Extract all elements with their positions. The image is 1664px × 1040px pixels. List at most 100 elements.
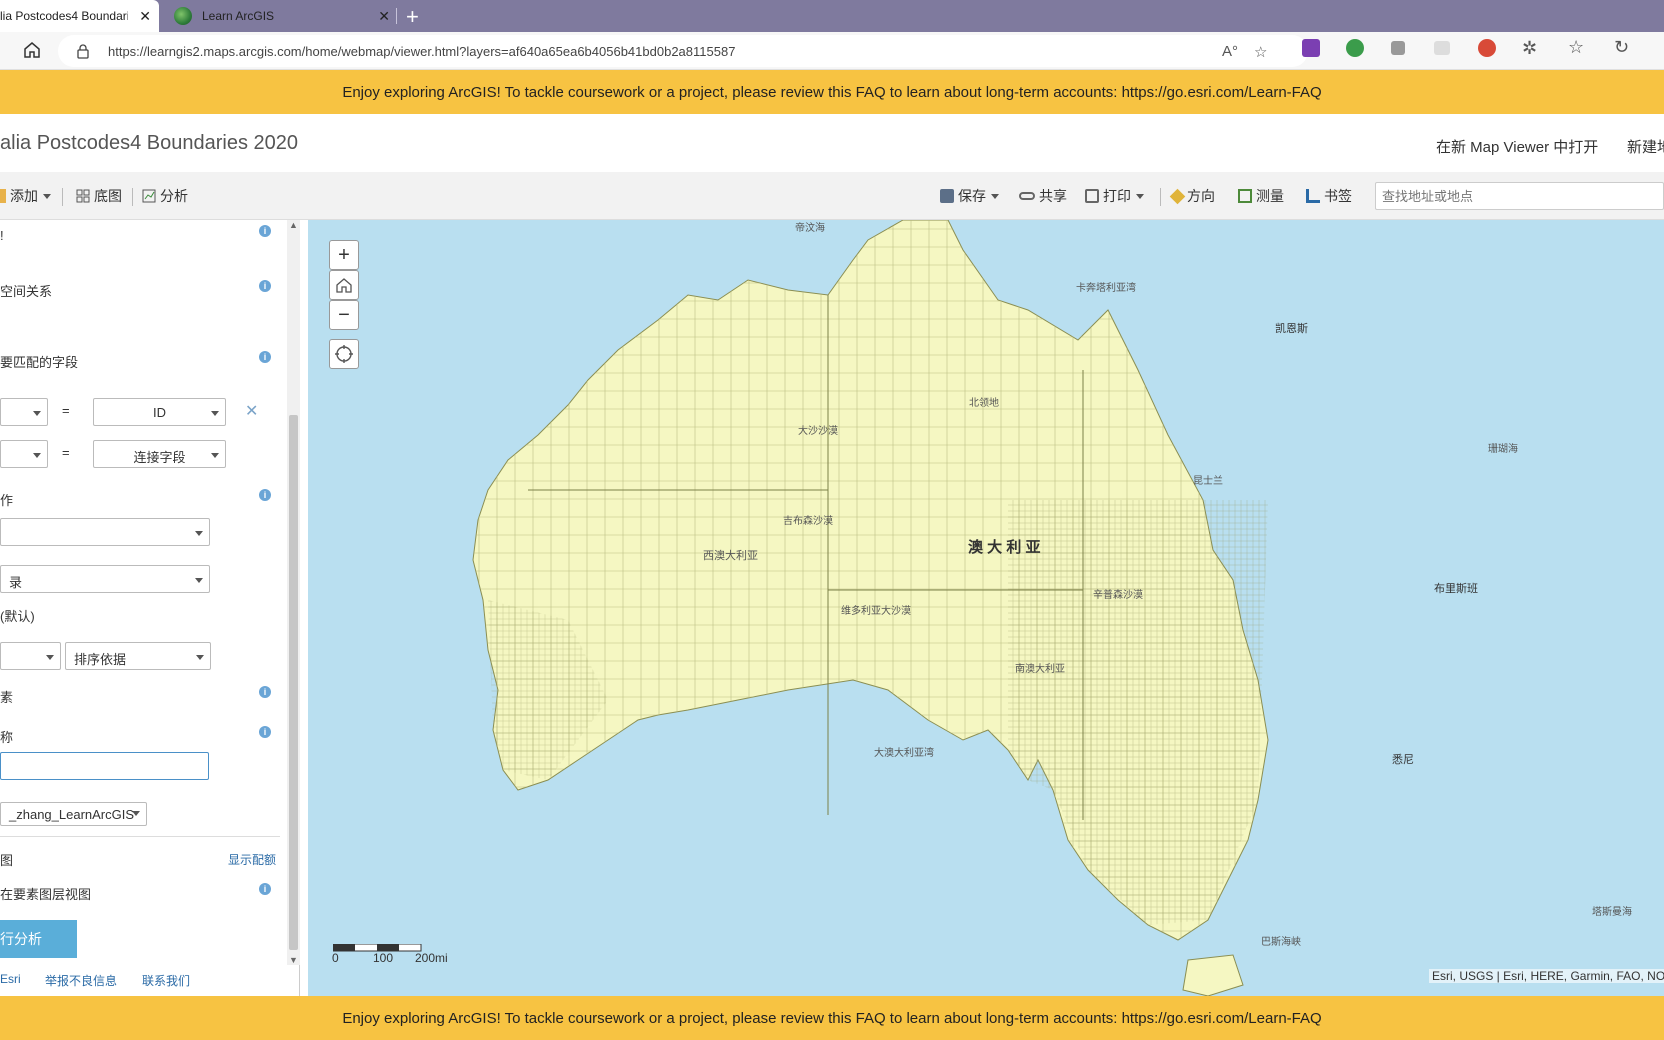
directions-label: 方向: [1187, 188, 1215, 204]
info-icon[interactable]: i: [259, 351, 271, 363]
print-button[interactable]: 打印: [1085, 186, 1144, 206]
scale-label-0: 0: [332, 951, 339, 965]
record-select-value: 录: [9, 575, 23, 590]
map-label-south-australia: 南澳大利亚: [1015, 664, 1065, 675]
remove-field-icon[interactable]: ✕: [245, 401, 258, 421]
new-tab-icon[interactable]: +: [406, 4, 419, 30]
new-map-link[interactable]: 新建地: [1627, 136, 1664, 157]
result-name-label: 称: [0, 730, 14, 745]
tab-divider: [396, 8, 397, 24]
scroll-down-icon[interactable]: ▼: [289, 955, 298, 965]
toolbar-divider: [62, 188, 63, 206]
read-aloud-icon[interactable]: A°: [1222, 43, 1238, 60]
scroll-up-icon[interactable]: ▲: [289, 220, 298, 230]
basemap-button[interactable]: 底图: [76, 186, 122, 206]
sort-order-select[interactable]: [0, 642, 61, 670]
home-extent-button[interactable]: [329, 270, 359, 300]
extension-shield-icon[interactable]: [1346, 39, 1364, 57]
scale-label-200mi: 200mi: [415, 951, 448, 965]
target-field-select[interactable]: [0, 398, 48, 426]
locate-button[interactable]: [329, 339, 359, 369]
join-operation-select[interactable]: [0, 518, 210, 546]
map-label-northern-territory: 北领地: [969, 398, 999, 409]
open-in-new-map-viewer-link[interactable]: 在新 Map Viewer 中打开: [1436, 136, 1598, 157]
map-canvas[interactable]: [308, 220, 1664, 996]
map-view[interactable]: 帝汶海 卡奔塔利亚湾 凯恩斯 北领地 大沙沙漠 珊瑚海 昆士兰 吉布森沙漠 西澳…: [308, 220, 1664, 996]
info-icon[interactable]: i: [259, 726, 271, 738]
chevron-down-icon: [132, 811, 140, 816]
info-icon[interactable]: i: [259, 489, 271, 501]
extension-red-icon[interactable]: [1478, 39, 1496, 57]
home-icon: [336, 278, 352, 293]
map-label-sydney: 悉尼: [1392, 754, 1414, 766]
analysis-button[interactable]: 分析: [142, 186, 188, 206]
onenote-icon[interactable]: [1302, 39, 1320, 57]
sort-by-select[interactable]: 排序依据: [65, 642, 211, 670]
measure-button[interactable]: 测量: [1238, 186, 1284, 206]
info-icon[interactable]: i: [259, 883, 271, 895]
contact-us-link[interactable]: 联系我们: [142, 972, 190, 989]
map-label-gulf-of-carpentaria: 卡奔塔利亚湾: [1076, 283, 1136, 294]
default-label: (默认): [0, 609, 35, 624]
faq-banner-top: Enjoy exploring ArcGIS! To tackle course…: [0, 70, 1664, 114]
join-field-value: ID: [153, 405, 166, 420]
report-abuse-link[interactable]: 举报不良信息: [45, 972, 117, 989]
history-icon[interactable]: ↻: [1614, 37, 1629, 58]
join-field-placeholder: 连接字段: [133, 450, 186, 465]
record-select[interactable]: 录: [0, 565, 210, 593]
add-label: 添加: [10, 188, 38, 204]
run-analysis-label: 行分析: [0, 931, 42, 947]
map-toolbar: 添加 底图 分析 保存 共享 打印 方向 测量 书签: [0, 172, 1664, 220]
close-tab-icon[interactable]: ✕: [378, 8, 390, 25]
folder-select[interactable]: _zhang_LearnArcGIS: [0, 802, 147, 826]
add-button[interactable]: 添加: [0, 186, 51, 206]
chevron-down-icon: [195, 578, 203, 583]
join-field-select-2[interactable]: 连接字段: [93, 440, 226, 468]
share-button[interactable]: 共享: [1019, 186, 1067, 206]
map-label-great-australian-bight: 大澳大利亚湾: [874, 748, 934, 759]
map-label-coral-sea: 珊瑚海: [1488, 444, 1518, 455]
printer-icon: [1085, 189, 1099, 203]
tab-title: Learn ArcGIS: [202, 9, 275, 23]
map-header: alia Postcodes4 Boundaries 2020 在新 Map V…: [0, 114, 1664, 172]
browser-tab-bar: lia Postcodes4 Boundaries ✕ Learn ArcGIS…: [0, 0, 1664, 32]
zoom-in-button[interactable]: +: [329, 240, 359, 270]
lock-icon[interactable]: [76, 43, 90, 59]
close-tab-icon[interactable]: ✕: [139, 8, 151, 25]
directions-icon: [1169, 188, 1186, 204]
favorite-add-icon[interactable]: ☆: [1254, 43, 1267, 61]
folder-value: _zhang_LearnArcGIS: [9, 807, 135, 822]
chevron-down-icon: [1136, 193, 1144, 199]
print-label: 打印: [1103, 188, 1131, 204]
info-icon[interactable]: i: [259, 280, 271, 292]
add-icon: [0, 189, 6, 203]
info-icon[interactable]: i: [259, 225, 271, 237]
tab-active[interactable]: lia Postcodes4 Boundaries ✕: [0, 0, 159, 32]
join-field-select[interactable]: ID: [93, 398, 226, 426]
tab-learn-arcgis[interactable]: Learn ArcGIS ✕: [162, 0, 398, 32]
url-field[interactable]: https://learngis2.maps.arcgis.com/home/w…: [58, 35, 1308, 67]
result-name-input[interactable]: [0, 752, 209, 780]
esri-link[interactable]: Esri: [0, 972, 21, 986]
home-icon[interactable]: [22, 40, 42, 60]
search-input[interactable]: [1375, 182, 1664, 210]
directions-button[interactable]: 方向: [1169, 186, 1215, 206]
target-field-select-2[interactable]: [0, 440, 48, 468]
run-analysis-button[interactable]: 行分析: [0, 920, 77, 958]
map-label-great-victoria-desert: 维多利亚大沙漠: [841, 606, 911, 617]
share-label: 共享: [1039, 188, 1067, 204]
save-button[interactable]: 保存: [940, 186, 999, 206]
globe-icon: [174, 7, 192, 25]
locate-icon: [335, 345, 353, 363]
bookmarks-button[interactable]: 书签: [1306, 186, 1352, 206]
favorites-icon[interactable]: ☆: [1568, 37, 1584, 58]
info-icon[interactable]: i: [259, 686, 271, 698]
screen-icon[interactable]: [1434, 41, 1450, 55]
link-icon: [1019, 192, 1035, 200]
show-credits-link[interactable]: 显示配额: [228, 851, 276, 868]
zoom-out-button[interactable]: −: [329, 300, 359, 330]
chevron-down-icon: [196, 655, 204, 660]
panel-scrollbar-thumb[interactable]: [289, 415, 298, 950]
reading-list-icon[interactable]: [1391, 41, 1405, 55]
extensions-icon[interactable]: ✲: [1522, 38, 1537, 59]
